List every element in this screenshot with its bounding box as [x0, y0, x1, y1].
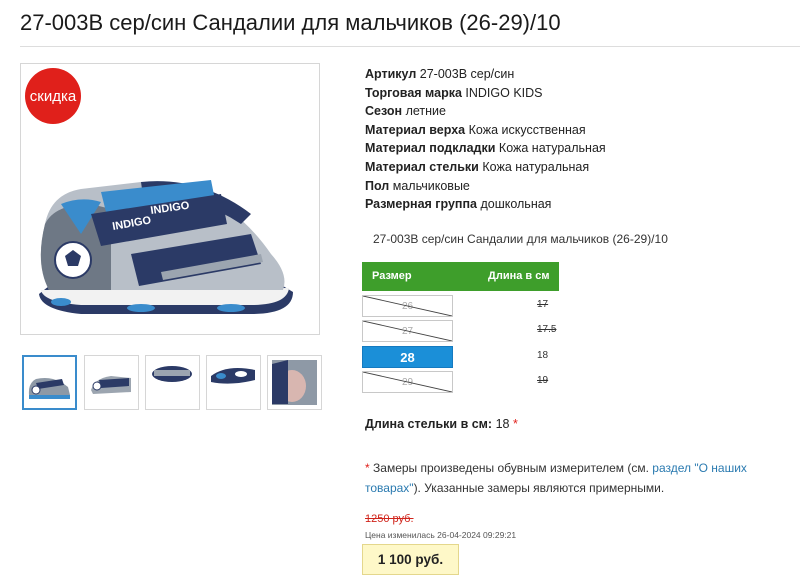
size-table: Размер Длина в см 26 17 27 17.5 28 18 29… [362, 262, 559, 393]
size-option-button-selected[interactable]: 28 [362, 346, 453, 368]
sandal-image: INDIGO INDIGO [39, 180, 293, 314]
length-column-header: Длина в см [488, 270, 550, 282]
size-row: 29 19 [362, 371, 559, 393]
thumbnail-side-view[interactable] [22, 355, 77, 410]
thumbnail-back-view[interactable] [145, 355, 200, 410]
spec-lining-material: Материал подкладки Кожа натуральная [365, 141, 606, 156]
product-subtitle: 27-003B сер/син Сандалии для мальчиков (… [373, 232, 668, 246]
size-column-header: Размер [372, 270, 412, 282]
main-product-image[interactable]: скидка INDIGO INDIGO [20, 63, 320, 335]
size-row: 27 17.5 [362, 320, 559, 342]
spec-upper-material: Материал верха Кожа искусственная [365, 122, 586, 137]
size-length: 18 [537, 350, 549, 361]
size-table-header: Размер Длина в см [362, 262, 559, 291]
spec-insole-material: Материал стельки Кожа натуральная [365, 159, 590, 174]
size-option-button[interactable]: 29 [362, 371, 453, 393]
insole-length-value: 18 [495, 417, 510, 431]
old-price: 1250 руб. [365, 513, 414, 525]
price-changed-date: Цена изменилась 26-04-2024 09:29:21 [365, 530, 517, 540]
spec-gender: Пол мальчиковые [365, 178, 470, 193]
size-length: 19 [537, 375, 549, 386]
product-title: 27-003B сер/син Сандалии для мальчиков (… [20, 10, 561, 35]
size-length: 17.5 [537, 324, 557, 335]
footnote-star: * [512, 417, 518, 431]
size-row: 28 18 [362, 346, 559, 368]
insole-length: Длина стельки в см: 18 * [365, 417, 518, 431]
thumbnail-top-view[interactable] [84, 355, 139, 410]
size-row: 26 17 [362, 295, 559, 317]
thumbnail-sole-view[interactable] [206, 355, 261, 410]
measurement-note: * Замеры произведены обувным измерителем… [365, 461, 747, 495]
thumbnail-inside-view[interactable] [267, 355, 322, 410]
product-specs: Артикул 27-003B сер/син Торговая марка I… [365, 65, 606, 214]
title-divider [20, 46, 800, 47]
spec-article: Артикул 27-003B сер/син [365, 67, 515, 81]
current-price: 1 100 руб. [362, 544, 459, 575]
insole-length-label: Длина стельки в см: [365, 417, 493, 431]
spec-brand: Торговая марка INDIGO KIDS [365, 85, 543, 100]
size-option-button[interactable]: 27 [362, 320, 453, 342]
size-option-button[interactable]: 26 [362, 295, 453, 317]
spec-season: Сезон летние [365, 104, 446, 119]
size-length: 17 [537, 299, 549, 310]
spec-size-group: Размерная группа дошкольная [365, 197, 552, 212]
